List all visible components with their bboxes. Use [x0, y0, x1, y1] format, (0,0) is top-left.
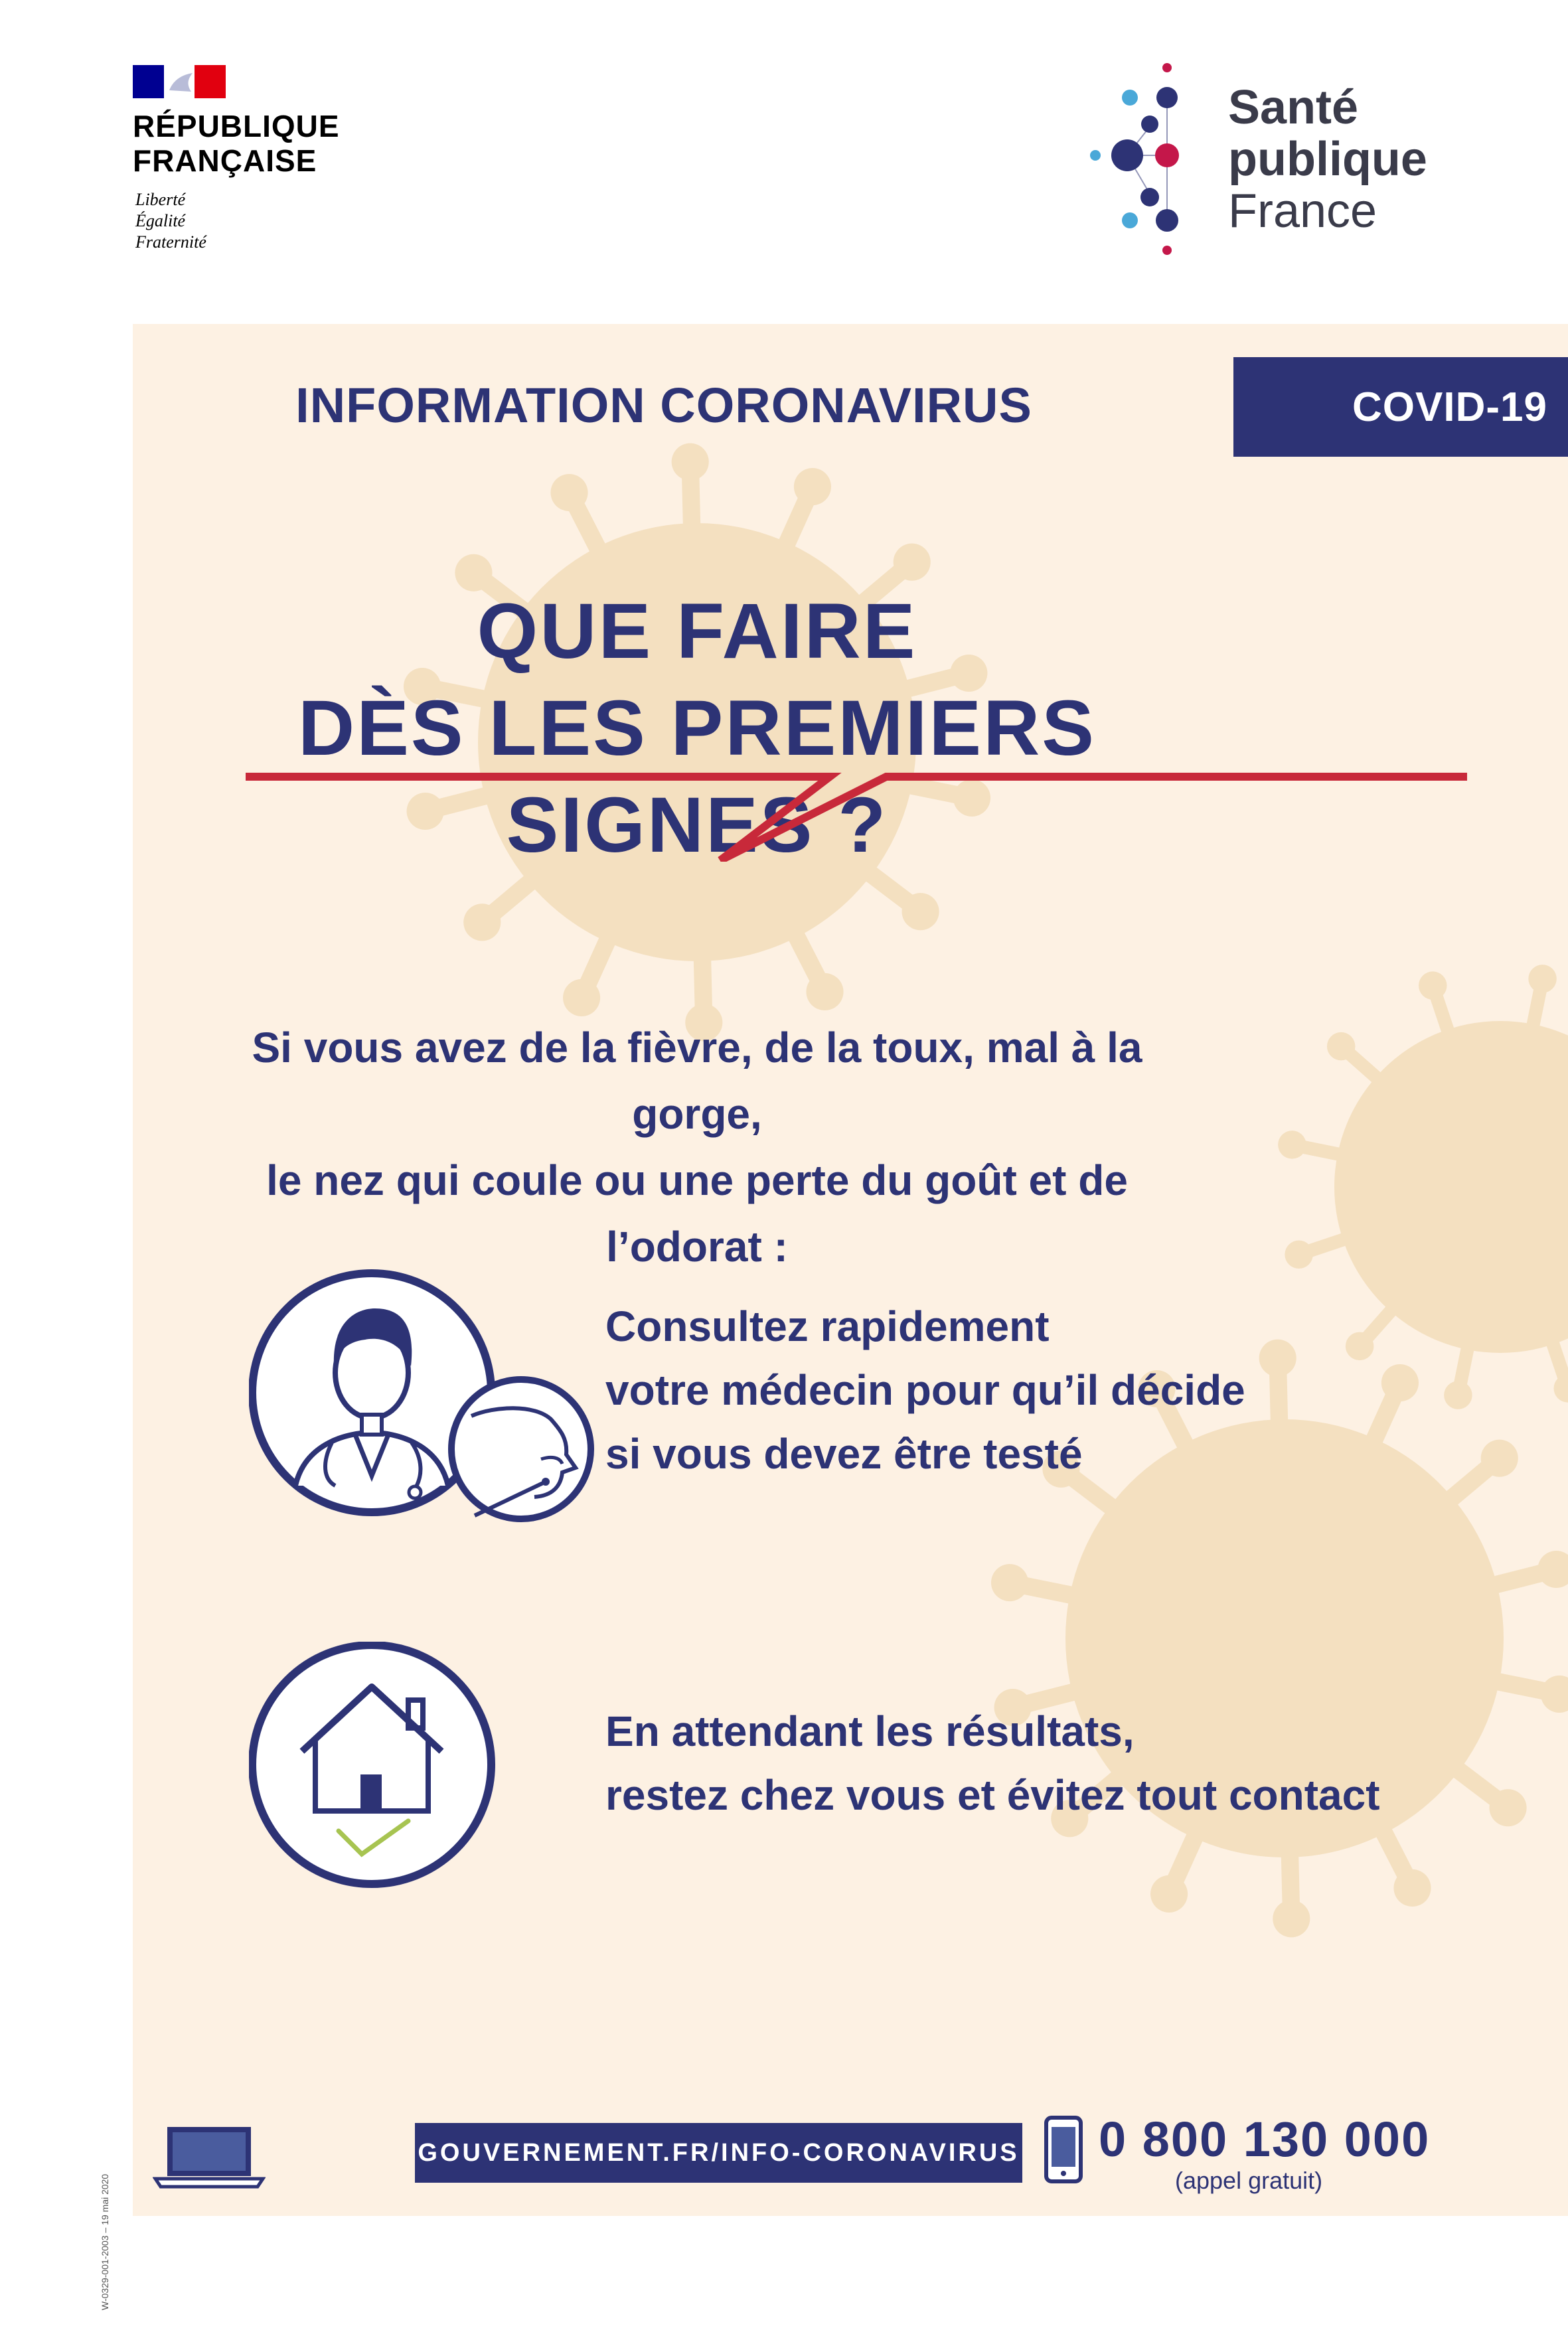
covid-19-badge: COVID-19	[1233, 357, 1568, 457]
house-check-icon	[249, 1642, 495, 1888]
step1-line3: si vous devez être testé	[605, 1430, 1083, 1478]
spf-line-france: France	[1228, 185, 1377, 238]
motto-liberte: Liberté	[135, 190, 186, 209]
phone-note: (appel gratuit)	[1175, 2167, 1323, 2194]
smartphone-icon	[1044, 2116, 1083, 2183]
step2-text: En attendant les résultats, restez chez …	[605, 1699, 1380, 1827]
symptoms-text: Si vous avez de la fièvre, de la toux, m…	[199, 1014, 1195, 1280]
info-panel: INFORMATION CORONAVIRUS COVID-19 QUE FAI…	[133, 324, 1568, 2216]
main-title-line1: QUE FAIRE	[477, 588, 917, 675]
step2-line2: restez chez vous et évitez tout contact	[605, 1771, 1380, 1819]
document-reference: W-0329-001-2003 – 19 mai 2020	[100, 2045, 119, 2323]
step1-line1: Consultez rapidement	[605, 1302, 1050, 1350]
information-coronavirus-heading: INFORMATION CORONAVIRUS	[295, 378, 1032, 433]
motto-fraternite: Fraternité	[135, 232, 206, 252]
molecule-network-icon	[1090, 63, 1179, 255]
francaise-line: FRANÇAISE	[133, 143, 317, 178]
republique-line: RÉPUBLIQUE	[133, 109, 340, 143]
laptop-icon	[153, 2127, 266, 2189]
marianne-flag-icon	[133, 65, 226, 98]
website-link[interactable]: GOUVERNEMENT.FR/INFO-CORONAVIRUS	[415, 2123, 1022, 2183]
motto-egalite: Égalité	[135, 211, 186, 230]
symptoms-line1: Si vous avez de la fièvre, de la toux, m…	[252, 1024, 1142, 1138]
republique-francaise-logo: RÉPUBLIQUE FRANÇAISE Liberté Égalité Fra…	[133, 65, 412, 264]
spf-line-sante: Santé	[1228, 81, 1359, 134]
document-reference-text: W-0329-001-2003 – 19 mai 2020	[100, 2173, 110, 2310]
phone-number[interactable]: 0 800 130 000	[1099, 2111, 1430, 2167]
virus-particle-2	[1278, 965, 1568, 1409]
spf-line-publique: publique	[1228, 133, 1427, 186]
step2-line1: En attendant les résultats,	[605, 1707, 1135, 1755]
step1-line2: votre médecin pour qu’il décide	[605, 1366, 1245, 1414]
step1-text: Consultez rapidement votre médecin pour …	[605, 1294, 1245, 1486]
speech-bubble-underline	[246, 773, 1467, 862]
sante-publique-france-logo: Santé publique France	[1089, 61, 1460, 260]
